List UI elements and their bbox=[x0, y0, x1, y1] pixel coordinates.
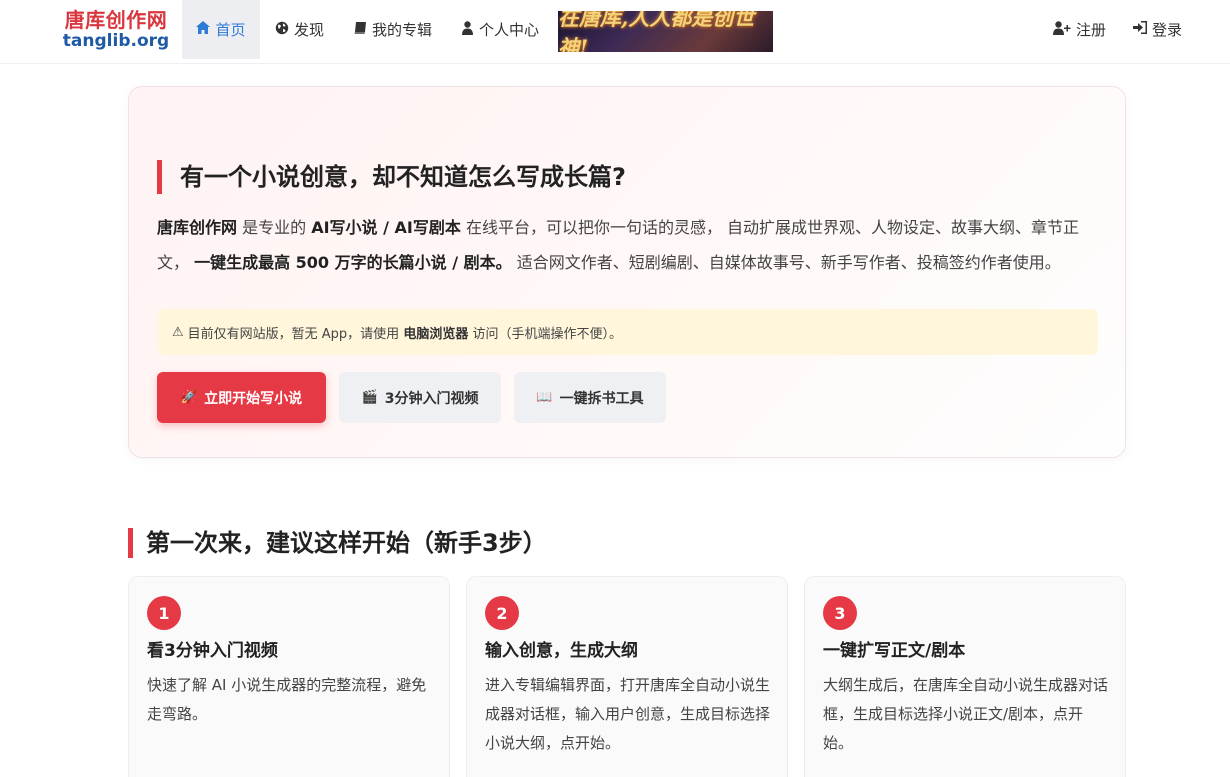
book-icon bbox=[353, 21, 367, 39]
hero-panel: 有一个小说创意，却不知道怎么写成长篇? 唐库创作网 是专业的 AI写小说 / A… bbox=[128, 86, 1126, 458]
nav-home-label: 首页 bbox=[215, 21, 246, 39]
intro-video-button[interactable]: 🎬 3分钟入门视频 bbox=[339, 372, 501, 423]
home-icon bbox=[196, 21, 211, 38]
slogan-banner[interactable]: 在唐库,人人都是创世神! bbox=[558, 11, 773, 52]
site-logo[interactable]: 唐库创作网 tanglib.org bbox=[60, 8, 172, 56]
clapper-icon: 🎬 bbox=[361, 390, 378, 405]
rocket-icon: 🚀 bbox=[180, 390, 198, 405]
nav-discover-label: 发现 bbox=[294, 21, 325, 39]
start-writing-button[interactable]: 🚀 立即开始写小说 bbox=[157, 372, 326, 423]
step-title: 看3分钟入门视频 bbox=[147, 641, 278, 661]
start-writing-label: 立即开始写小说 bbox=[204, 390, 303, 407]
warning-icon: ⚠ bbox=[172, 324, 184, 340]
hero-title: 有一个小说创意，却不知道怎么写成长篇? bbox=[157, 160, 626, 194]
nav-profile[interactable]: 个人中心 bbox=[460, 0, 539, 59]
user-plus-icon bbox=[1053, 20, 1071, 39]
browser-notice: ⚠ 目前仅有网站版，暂无 App，请使用 电脑浏览器 访问（手机端操作不便）。 bbox=[157, 309, 1098, 355]
top-navbar: 唐库创作网 tanglib.org 首页 发现 我的专辑 个人中心 在唐库,人人… bbox=[0, 0, 1230, 64]
sign-in-icon bbox=[1133, 21, 1147, 38]
step-card-1: 1 看3分钟入门视频 快速了解 AI 小说生成器的完整流程，避免走弯路。 bbox=[128, 576, 450, 777]
step-description: 进入专辑编辑界面，打开唐库全自动小说生成器对话框，输入用户创意，生成目标选择小说… bbox=[485, 676, 771, 752]
hero-description: 唐库创作网 是专业的 AI写小说 / AI写剧本 在线平台，可以把你一句话的灵感… bbox=[157, 210, 1102, 280]
desc-ai-write: AI写小说 / AI写剧本 bbox=[311, 218, 461, 237]
intro-video-label: 3分钟入门视频 bbox=[384, 390, 479, 407]
nav-my-albums[interactable]: 我的专辑 bbox=[353, 0, 432, 59]
step-number-badge: 2 bbox=[485, 596, 519, 630]
book-split-tool-label: 一键拆书工具 bbox=[559, 390, 644, 407]
desc-brand: 唐库创作网 bbox=[157, 218, 238, 237]
step-number-badge: 1 bbox=[147, 596, 181, 630]
step-number-badge: 3 bbox=[823, 596, 857, 630]
nav-home[interactable]: 首页 bbox=[182, 0, 260, 59]
step-title: 输入创意，生成大纲 bbox=[485, 641, 638, 661]
nav-discover[interactable]: 发现 bbox=[275, 0, 324, 59]
step-description: 快速了解 AI 小说生成器的完整流程，避免走弯路。 bbox=[147, 676, 427, 723]
login-link[interactable]: 登录 bbox=[1133, 0, 1182, 59]
register-label: 注册 bbox=[1076, 21, 1107, 39]
notice-browser: 电脑浏览器 bbox=[403, 326, 469, 342]
brand-name-en: tanglib.org bbox=[62, 31, 170, 51]
brand-name-cn: 唐库创作网 bbox=[64, 8, 168, 32]
desc-text-1: 是专业的 bbox=[237, 218, 312, 237]
book-split-tool-button[interactable]: 📖 一键拆书工具 bbox=[514, 372, 666, 423]
notice-text-1: 目前仅有网站版，暂无 App，请使用 bbox=[187, 326, 404, 342]
step-card-2: 2 输入创意，生成大纲 进入专辑编辑界面，打开唐库全自动小说生成器对话框，输入用… bbox=[466, 576, 788, 777]
register-link[interactable]: 注册 bbox=[1053, 0, 1106, 59]
step-title: 一键扩写正文/剧本 bbox=[823, 641, 966, 661]
step-description: 大纲生成后，在唐库全自动小说生成器对话框，生成目标选择小说正文/剧本，点开始。 bbox=[823, 676, 1109, 752]
notice-text-2: 访问（手机端操作不便）。 bbox=[468, 326, 622, 342]
banner-slogan: 在唐库,人人都是创世神! bbox=[558, 11, 755, 52]
steps-section-title: 第一次来，建议这样开始（新手3步） bbox=[128, 528, 547, 558]
desc-highlight: 一键生成最高 500 万字的长篇小说 / 剧本。 bbox=[194, 253, 512, 272]
nav-my-albums-label: 我的专辑 bbox=[372, 21, 433, 39]
open-book-icon: 📖 bbox=[536, 390, 553, 405]
desc-text-3: 适合网文作者、短剧编剧、自媒体故事号、新手写作者、投稿签约作者使用。 bbox=[511, 253, 1061, 272]
user-icon bbox=[460, 20, 474, 39]
step-card-3: 3 一键扩写正文/剧本 大纲生成后，在唐库全自动小说生成器对话框，生成目标选择小… bbox=[804, 576, 1126, 777]
login-label: 登录 bbox=[1152, 21, 1183, 39]
globe-icon bbox=[275, 21, 289, 39]
nav-profile-label: 个人中心 bbox=[479, 21, 540, 39]
